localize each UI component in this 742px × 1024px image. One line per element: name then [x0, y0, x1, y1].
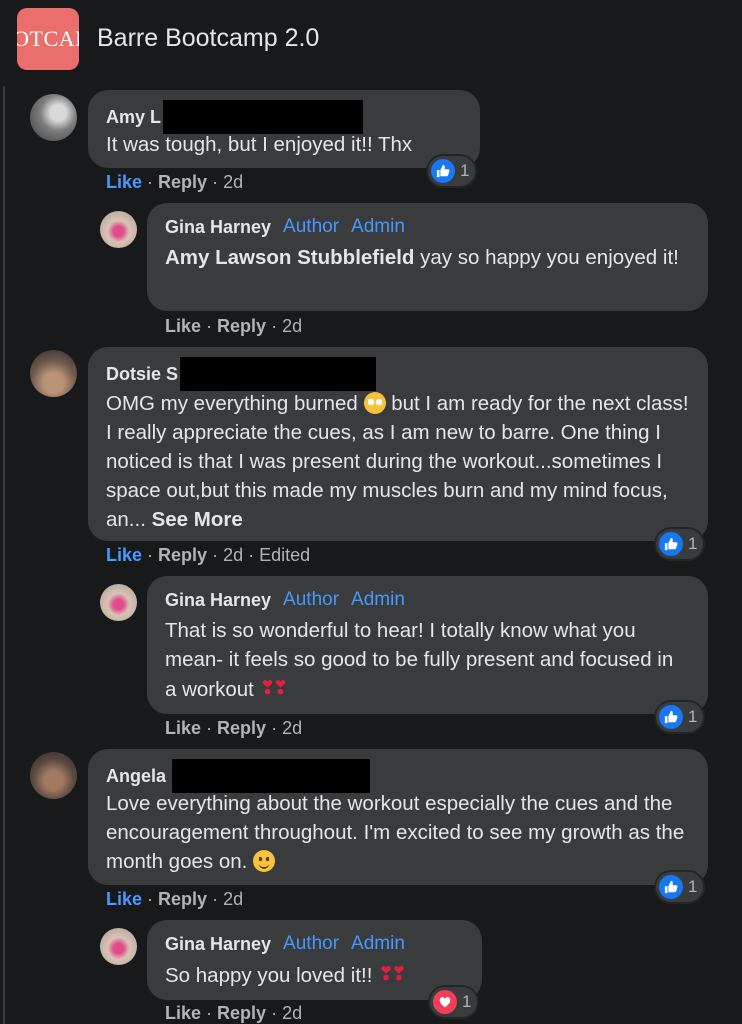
reaction-count: 1: [688, 707, 698, 726]
timestamp[interactable]: 2d: [282, 1003, 302, 1023]
reply-bubble: Gina Harney Author Admin So happy you lo…: [147, 920, 482, 1000]
heart-icon: [433, 990, 457, 1014]
reply-button[interactable]: Reply: [217, 718, 266, 738]
comment-author[interactable]: Gina Harney: [165, 588, 271, 612]
reply-bubble: Gina Harney Author Admin That is so wond…: [147, 576, 708, 714]
comment-text: So happy you loved it!! ❣❣: [165, 964, 407, 987]
thumbs-up-icon: [431, 159, 455, 183]
timestamp[interactable]: 2d: [223, 889, 243, 909]
thread-line: [3, 86, 5, 1024]
comment-author[interactable]: Gina Harney: [165, 932, 271, 956]
like-button[interactable]: Like: [165, 718, 201, 738]
like-button[interactable]: Like: [106, 889, 142, 909]
admin-badge: Admin: [351, 933, 405, 954]
reaction-summary[interactable]: 1: [428, 156, 476, 186]
reaction-count: 1: [688, 877, 698, 896]
reply-button[interactable]: Reply: [158, 545, 207, 565]
hearts-emoji: ❣❣: [259, 678, 289, 699]
comment-text: Love everything about the workout especi…: [106, 792, 685, 873]
comment-actions: Like · Reply · 2d · Edited: [106, 545, 311, 565]
admin-badge: Admin: [351, 216, 405, 237]
thumbs-up-icon: [659, 705, 683, 729]
thumbs-up-icon: [659, 875, 683, 899]
timestamp[interactable]: 2d: [223, 172, 243, 192]
mention-link[interactable]: Amy Lawson Stubblefield: [165, 246, 414, 269]
timestamp[interactable]: 2d: [282, 718, 302, 738]
redacted-name: [172, 759, 371, 793]
reaction-summary[interactable]: 1: [430, 987, 478, 1017]
reaction-summary[interactable]: 1: [656, 529, 704, 559]
like-button[interactable]: Like: [165, 1003, 201, 1023]
comment-author[interactable]: Dotsie S: [106, 362, 178, 386]
group-logo-text: OTCAI: [17, 26, 79, 51]
comment-text: It was tough, but I enjoyed it!! Thx: [106, 133, 413, 156]
timestamp[interactable]: 2d: [223, 545, 243, 565]
comment-actions: Like · Reply · 2d: [106, 889, 244, 909]
comment-actions: Like · Reply · 2d: [165, 1003, 303, 1023]
see-more-link[interactable]: See More: [152, 508, 243, 531]
avatar[interactable]: [30, 94, 77, 141]
avatar[interactable]: [100, 584, 137, 621]
comment-actions: Like · Reply · 2d: [106, 172, 244, 192]
avatar[interactable]: [100, 928, 137, 965]
author-badge: Author: [283, 589, 340, 610]
reply-bubble: Gina Harney Author Admin Amy Lawson Stub…: [147, 203, 708, 311]
like-button[interactable]: Like: [106, 172, 142, 192]
timestamp[interactable]: 2d: [282, 316, 302, 336]
like-button[interactable]: Like: [106, 545, 142, 565]
group-logo[interactable]: OTCAI: [17, 8, 79, 70]
comment-text: Amy Lawson Stubblefield yay so happy you…: [165, 246, 679, 269]
comment-text: That is so wonderful to hear! I totally …: [165, 619, 674, 701]
comment-text: OMG my everything burned but I am ready …: [106, 392, 689, 531]
avatar[interactable]: [100, 211, 137, 248]
post-header: OTCAI Barre Bootcamp 2.0: [0, 0, 742, 80]
reply-button[interactable]: Reply: [158, 172, 207, 192]
comment-bubble: Amy L It was tough, but I enjoyed it!! T…: [88, 90, 480, 168]
comment-author[interactable]: Angela: [106, 764, 166, 788]
hearts-emoji: ❣❣: [378, 964, 407, 985]
reply-button[interactable]: Reply: [217, 316, 266, 336]
avatar[interactable]: [30, 350, 77, 397]
redacted-name: [180, 357, 377, 391]
reply-button[interactable]: Reply: [217, 1003, 266, 1023]
author-badge: Author: [283, 216, 340, 237]
redacted-name: [163, 100, 364, 134]
reaction-summary[interactable]: 1: [656, 702, 704, 732]
author-badge: Author: [283, 933, 340, 954]
comment-actions: Like · Reply · 2d: [165, 316, 303, 336]
reaction-count: 1: [460, 161, 470, 180]
edited-label: Edited: [259, 545, 311, 565]
group-title[interactable]: Barre Bootcamp 2.0: [97, 24, 319, 53]
smiling-face-emoji: [253, 850, 276, 872]
like-button[interactable]: Like: [165, 316, 201, 336]
thumbs-up-icon: [659, 532, 683, 556]
reaction-count: 1: [688, 534, 698, 553]
admin-badge: Admin: [351, 589, 405, 610]
reaction-count: 1: [462, 992, 472, 1011]
flushed-face-emoji: [363, 392, 386, 414]
reply-button[interactable]: Reply: [158, 889, 207, 909]
comment-bubble: Dotsie S OMG my everything burned but I …: [88, 347, 708, 541]
comment-bubble: Angela Love everything about the workout…: [88, 749, 708, 885]
reaction-summary[interactable]: 1: [656, 872, 704, 902]
comment-author[interactable]: Gina Harney: [165, 215, 271, 239]
comment-actions: Like · Reply · 2d: [165, 718, 303, 738]
comment-author[interactable]: Amy L: [106, 105, 161, 129]
avatar[interactable]: [30, 752, 77, 799]
